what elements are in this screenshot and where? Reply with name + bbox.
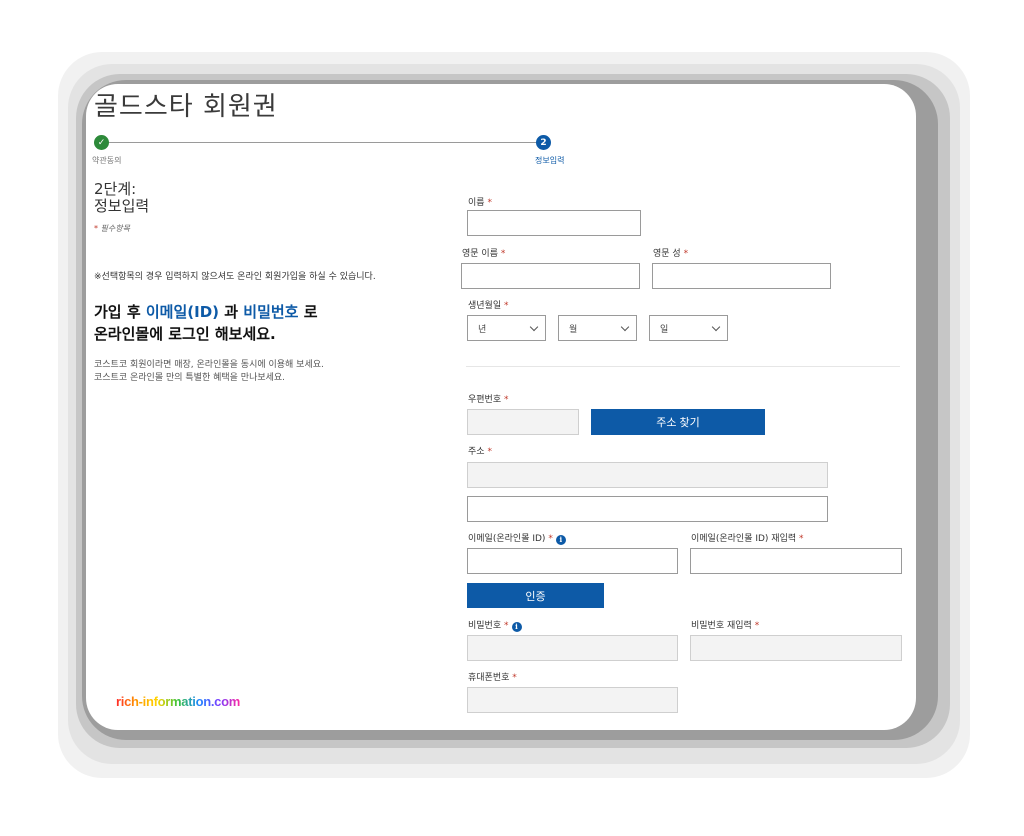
last-name-en-input[interactable] — [652, 263, 831, 289]
optional-note: ※선택항목의 경우 입력하지 않으셔도 온라인 회원가입을 하실 수 있습니다. — [94, 272, 376, 282]
birth-label: 생년월일 * — [468, 298, 509, 311]
zip-label: 우편번호 * — [468, 392, 509, 405]
label-text: 비밀번호 — [468, 621, 502, 631]
promo-text: 로 — [298, 303, 318, 321]
page-title: 골드스타 회원권 — [94, 92, 278, 122]
birth-day-select[interactable]: 일 — [649, 315, 728, 341]
password-confirm-label: 비밀번호 재입력 * — [691, 618, 759, 631]
stage-heading-line1: 2단계: — [94, 180, 137, 198]
label-text: 우편번호 — [468, 395, 502, 405]
stage-heading-line2: 정보입력 — [94, 197, 150, 215]
required-star: * — [487, 447, 492, 457]
phone-input[interactable] — [467, 687, 678, 713]
select-value: 일 — [660, 324, 669, 335]
required-star: * — [683, 249, 689, 259]
phone-label: 휴대폰번호 * — [468, 670, 517, 683]
verify-button[interactable]: 인증 — [467, 583, 604, 608]
label-text: 이름 — [468, 198, 485, 208]
chevron-down-icon — [620, 322, 630, 331]
chevron-down-icon — [529, 322, 539, 331]
email-confirm-input[interactable] — [690, 548, 902, 574]
find-address-button[interactable]: 주소 찾기 — [591, 409, 765, 435]
watermark: rich-information.com — [116, 694, 241, 709]
required-star: * — [504, 621, 509, 631]
required-star: * — [94, 224, 98, 233]
progress-line — [100, 142, 544, 143]
label-text: 휴대폰번호 — [468, 673, 510, 683]
step-2-marker: 2 — [536, 135, 551, 150]
step-2-label: 정보입력 — [535, 156, 565, 165]
birth-year-select[interactable]: 년 — [467, 315, 546, 341]
required-note-text: 필수항목 — [100, 224, 130, 233]
promo-password-highlight: 비밀번호 — [243, 303, 299, 321]
email-label: 이메일(온라인몰 ID) * i — [468, 531, 566, 545]
required-star: * — [512, 673, 517, 683]
address-input[interactable] — [467, 462, 828, 488]
member-note-line2: 코스트코 온라인몰 만의 특별한 혜택을 만나보세요. — [94, 373, 286, 383]
required-star: * — [754, 621, 760, 631]
member-note: 코스트코 회원이라면 매장, 온라인몰을 동시에 이용해 보세요. 코스트코 온… — [94, 359, 324, 385]
chevron-down-icon — [711, 322, 721, 331]
required-star: * — [504, 301, 509, 311]
label-text: 비밀번호 재입력 — [691, 621, 752, 631]
password-input[interactable] — [467, 635, 678, 661]
step-1-check-icon: ✓ — [94, 135, 109, 150]
select-value: 월 — [569, 324, 578, 335]
select-value: 년 — [478, 324, 487, 335]
label-text: 이메일(온라인몰 ID) — [468, 534, 546, 544]
member-note-line1: 코스트코 회원이라면 매장, 온라인몰을 동시에 이용해 보세요. — [94, 360, 324, 370]
promo-text: 과 — [219, 303, 244, 321]
promo-email-highlight: 이메일(ID) — [145, 303, 220, 321]
required-star: * — [500, 249, 506, 259]
label-text: 이메일(온라인몰 ID) 재입력 — [691, 534, 797, 544]
info-icon[interactable]: i — [511, 621, 522, 632]
email-confirm-label: 이메일(온라인몰 ID) 재입력 * — [691, 531, 804, 544]
stage-heading: 2단계: 정보입력 — [94, 181, 149, 215]
label-text: 영문 이름 — [462, 249, 498, 259]
address-label: 주소 * — [468, 444, 492, 457]
label-text: 주소 — [468, 447, 485, 457]
promo-message: 가입 후 이메일(ID) 과 비밀번호 로 온라인몰에 로그인 해보세요. — [94, 301, 318, 345]
label-text: 영문 성 — [653, 249, 681, 259]
section-divider — [466, 366, 900, 367]
first-name-en-input[interactable] — [461, 263, 640, 289]
required-note: * 필수항목 — [94, 223, 130, 234]
first-name-en-label: 영문 이름 * — [462, 246, 505, 259]
required-star: * — [504, 395, 509, 405]
zip-input[interactable] — [467, 409, 579, 435]
info-icon[interactable]: i — [555, 534, 566, 545]
email-input[interactable] — [467, 548, 678, 574]
password-label: 비밀번호 * i — [468, 618, 522, 632]
address-detail-input[interactable] — [467, 496, 828, 522]
signup-card: 골드스타 회원권 ✓ 2 약관동의 정보입력 2단계: 정보입력 * 필수항목 … — [86, 84, 916, 730]
label-text: 생년월일 — [468, 301, 502, 311]
promo-text: 가입 후 — [94, 303, 146, 321]
name-input[interactable] — [467, 210, 641, 236]
step-1-label: 약관동의 — [92, 156, 122, 165]
birth-month-select[interactable]: 월 — [558, 315, 637, 341]
required-star: * — [548, 534, 553, 544]
required-star: * — [487, 198, 492, 208]
promo-line2: 온라인몰에 로그인 해보세요. — [94, 325, 276, 343]
required-star: * — [799, 534, 804, 544]
password-confirm-input[interactable] — [690, 635, 902, 661]
last-name-en-label: 영문 성 * — [653, 246, 688, 259]
name-label: 이름 * — [468, 195, 492, 208]
